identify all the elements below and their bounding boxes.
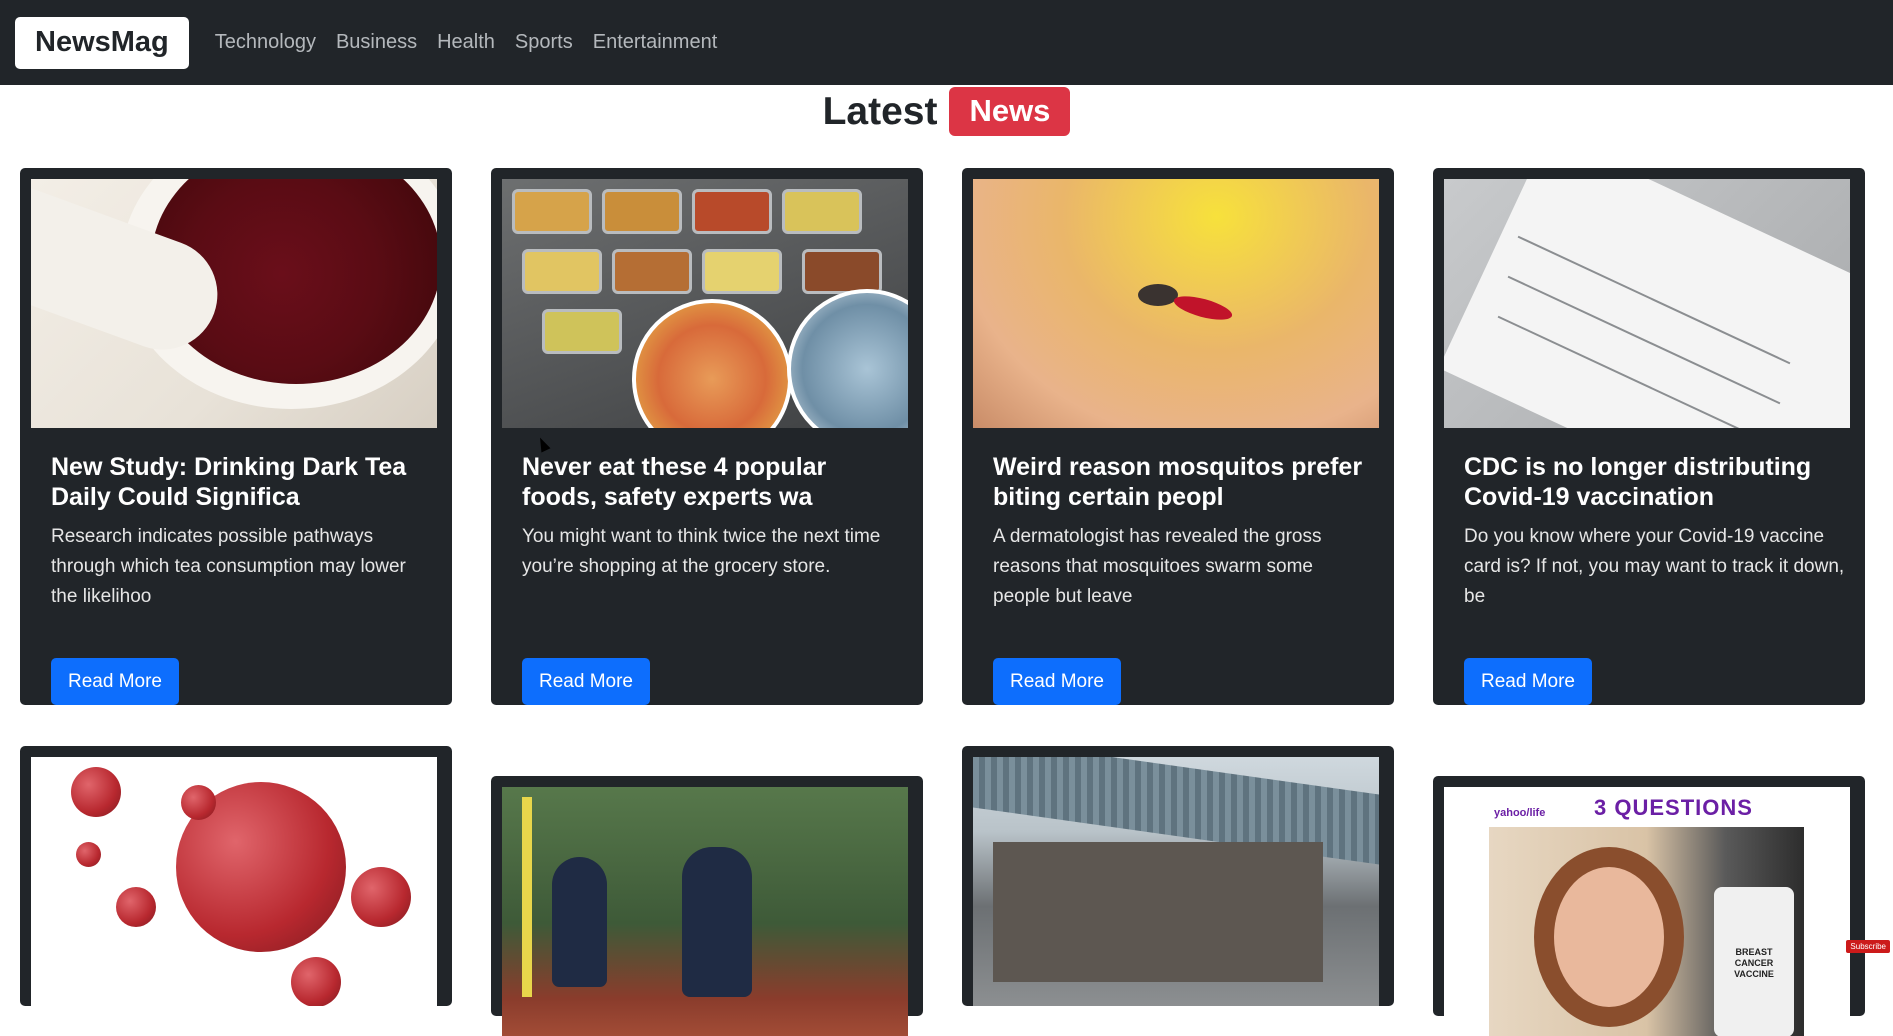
navbar: NewsMag Technology Business Health Sport… xyxy=(0,0,1893,85)
tea-pour-image xyxy=(31,179,437,428)
read-more-button[interactable]: Read More xyxy=(1464,658,1592,705)
news-card-5 xyxy=(20,746,452,1006)
virus-image xyxy=(31,757,437,1006)
card-text: Research indicates possible pathways thr… xyxy=(51,526,406,607)
news-card-1: New Study: Drinking Dark Tea Daily Could… xyxy=(20,168,452,705)
yahoo-life-logo: yahoo/life xyxy=(1494,807,1546,819)
news-card-6 xyxy=(491,776,923,1036)
read-more-button[interactable]: Read More xyxy=(522,658,650,705)
nav-link-technology[interactable]: Technology xyxy=(215,31,316,54)
page-heading: Latest News xyxy=(0,87,1893,136)
heading-news-badge: News xyxy=(949,87,1071,136)
nav-link-sports[interactable]: Sports xyxy=(515,31,573,54)
card-text: Do you know where your Covid-19 vaccine … xyxy=(1464,526,1845,607)
news-card-7 xyxy=(962,746,1394,1006)
news-card-2: Never eat these 4 popular foods, safety … xyxy=(491,168,923,705)
vial-label: BREAST CANCER VACCINE xyxy=(1734,947,1774,979)
track-athlete-image xyxy=(502,787,908,1036)
nav-link-health[interactable]: Health xyxy=(437,31,495,54)
interview-image: BREAST CANCER VACCINE yahoo/life 3 QUEST… xyxy=(1444,787,1850,1036)
card-title: CDC is no longer distributing Covid-19 v… xyxy=(1464,453,1812,511)
read-more-button[interactable]: Read More xyxy=(51,658,179,705)
storefront-image xyxy=(973,757,1379,1006)
mosquito-image xyxy=(973,179,1379,428)
heading-latest: Latest xyxy=(822,89,938,133)
news-card-3: Weird reason mosquitos prefer biting cer… xyxy=(962,168,1394,705)
brand-logo[interactable]: NewsMag xyxy=(15,16,189,69)
nav-link-entertainment[interactable]: Entertainment xyxy=(593,31,718,54)
card-text: A dermatologist has revealed the gross r… xyxy=(993,526,1322,607)
card-text: You might want to think twice the next t… xyxy=(522,526,881,577)
card-title: Never eat these 4 popular foods, safety … xyxy=(522,453,827,511)
subscribe-watermark[interactable]: Subscribe xyxy=(1846,940,1890,953)
vaccination-card-image xyxy=(1444,179,1850,428)
buffet-food-image xyxy=(502,179,908,428)
nav-link-business[interactable]: Business xyxy=(336,31,417,54)
news-card-4: CDC is no longer distributing Covid-19 v… xyxy=(1433,168,1865,705)
image-headline: 3 QUESTIONS xyxy=(1594,795,1753,820)
card-title: New Study: Drinking Dark Tea Daily Could… xyxy=(51,453,407,511)
read-more-button[interactable]: Read More xyxy=(993,658,1121,705)
news-card-8: BREAST CANCER VACCINE yahoo/life 3 QUEST… xyxy=(1433,776,1865,1036)
card-title: Weird reason mosquitos prefer biting cer… xyxy=(993,453,1363,511)
